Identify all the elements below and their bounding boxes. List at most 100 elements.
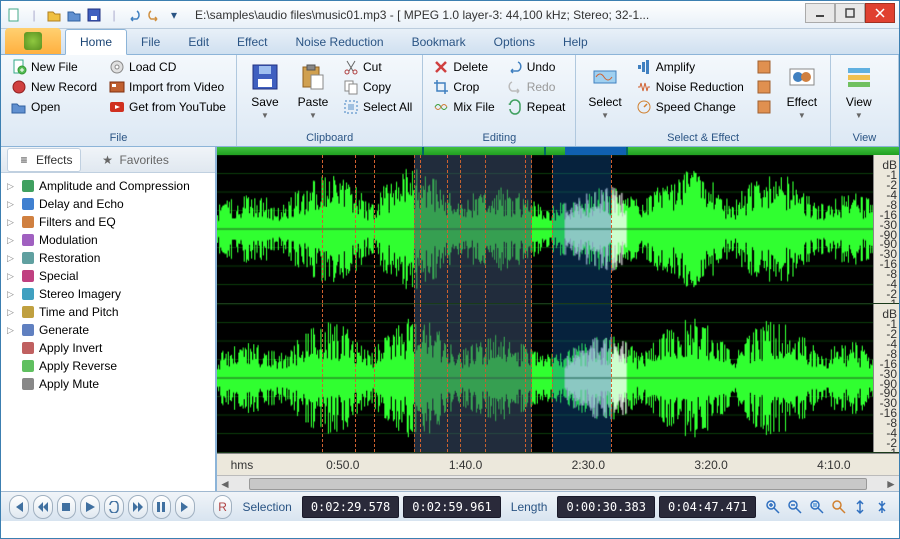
waveform-channel-right[interactable]: dB-1-2-4-8-16-30-90-90-30-16-8-4-2-1 — [217, 304, 899, 453]
time-ruler[interactable]: hms0:50.01:40.02:30.03:20.04:10.0 — [217, 453, 899, 475]
tab-bookmark[interactable]: Bookmark — [398, 30, 480, 54]
close-button[interactable] — [865, 3, 895, 23]
qat-undo-icon[interactable] — [125, 6, 143, 24]
horizontal-scrollbar[interactable]: ◄ ► — [217, 475, 899, 491]
new-record-button[interactable]: New Record — [7, 77, 101, 97]
tree-item-generate[interactable]: ▷Generate — [3, 321, 213, 339]
paste-button[interactable]: Paste▼ — [291, 57, 335, 124]
forward-button[interactable] — [128, 495, 148, 519]
skip-start-button[interactable] — [9, 495, 29, 519]
crop-button[interactable]: Crop — [429, 77, 498, 97]
tree-item-apply-invert[interactable]: Apply Invert — [3, 339, 213, 357]
zoom-out-button[interactable] — [786, 496, 804, 518]
scrollbar-thumb[interactable] — [249, 478, 867, 490]
rewind-button[interactable] — [33, 495, 53, 519]
play-button[interactable] — [80, 495, 100, 519]
tree-item-stereo-imagery[interactable]: ▷Stereo Imagery — [3, 285, 213, 303]
cut-button[interactable]: Cut — [339, 57, 416, 77]
selection-start-value[interactable]: 0:02:29.578 — [302, 496, 399, 518]
tree-item-restoration[interactable]: ▷Restoration — [3, 249, 213, 267]
waveform-channel-left[interactable]: dB-1-2-4-8-16-30-90-90-30-16-8-4-2-1 — [217, 155, 899, 304]
load-cd-button[interactable]: Load CD — [105, 57, 230, 77]
waveform-view[interactable]: dB-1-2-4-8-16-30-90-90-30-16-8-4-2-1 dB-… — [217, 147, 899, 491]
nr-extra-icon[interactable] — [752, 77, 776, 97]
speed-button[interactable]: Speed Change — [632, 97, 748, 117]
expand-icon[interactable]: ▷ — [7, 253, 17, 264]
zoom-in-button[interactable] — [764, 496, 782, 518]
timeline-overview[interactable] — [217, 147, 899, 155]
qat-dropdown-icon[interactable]: ▾ — [165, 6, 183, 24]
tree-item-apply-reverse[interactable]: Apply Reverse — [3, 357, 213, 375]
mix-button[interactable]: Mix File — [429, 97, 498, 117]
minimize-button[interactable] — [805, 3, 835, 23]
tab-file[interactable]: File — [127, 30, 174, 54]
selection-end-value[interactable]: 0:02:59.961 — [403, 496, 500, 518]
view-icon — [843, 61, 875, 93]
repeat-button[interactable]: Repeat — [503, 97, 570, 117]
zoom-fit-button[interactable] — [830, 496, 848, 518]
zoom-v-out-button[interactable] — [873, 496, 891, 518]
maximize-button[interactable] — [835, 3, 865, 23]
qat-save-icon[interactable] — [85, 6, 103, 24]
tree-item-modulation[interactable]: ▷Modulation — [3, 231, 213, 249]
scroll-right-icon[interactable]: ► — [883, 477, 899, 491]
tree-item-time-and-pitch[interactable]: ▷Time and Pitch — [3, 303, 213, 321]
tab-noise-reduction[interactable]: Noise Reduction — [282, 30, 398, 54]
open-button[interactable]: Open — [7, 97, 101, 117]
view-button[interactable]: View▼ — [837, 57, 881, 124]
tab-edit[interactable]: Edit — [174, 30, 223, 54]
tree-item-amplitude-and-compression[interactable]: ▷Amplitude and Compression — [3, 177, 213, 195]
sidebar-tab-favorites[interactable]: ★Favorites — [91, 149, 176, 171]
expand-icon[interactable]: ▷ — [7, 325, 17, 336]
loop-button[interactable] — [104, 495, 124, 519]
qat-new-icon[interactable] — [5, 6, 23, 24]
zoom-selection-button[interactable] — [808, 496, 826, 518]
amplify-extra-icon[interactable] — [752, 57, 776, 77]
zoom-v-in-button[interactable] — [851, 496, 869, 518]
pause-button[interactable] — [152, 495, 172, 519]
undo-label: Undo — [527, 60, 556, 74]
record-button[interactable]: R — [213, 495, 233, 519]
tab-effect[interactable]: Effect — [223, 30, 281, 54]
select-all-button[interactable]: Select All — [339, 97, 416, 117]
tree-item-filters-and-eq[interactable]: ▷Filters and EQ — [3, 213, 213, 231]
effects-tree[interactable]: ▷Amplitude and Compression▷Delay and Ech… — [1, 173, 215, 491]
qat-redo-icon[interactable] — [145, 6, 163, 24]
tab-options[interactable]: Options — [480, 30, 549, 54]
expand-icon[interactable]: ▷ — [7, 271, 17, 282]
effect-button[interactable]: Effect▼ — [780, 57, 824, 124]
qat-open-icon[interactable] — [45, 6, 63, 24]
noise-reduction-button[interactable]: Noise Reduction — [632, 77, 748, 97]
scroll-left-icon[interactable]: ◄ — [217, 477, 233, 491]
expand-icon[interactable]: ▷ — [7, 289, 17, 300]
select-button[interactable]: Select▼ — [582, 57, 627, 124]
delete-button[interactable]: Delete — [429, 57, 498, 77]
total-length-value[interactable]: 0:04:47.471 — [659, 496, 756, 518]
expand-icon[interactable]: ▷ — [7, 217, 17, 228]
save-button[interactable]: Save▼ — [243, 57, 287, 124]
tab-help[interactable]: Help — [549, 30, 602, 54]
expand-icon[interactable]: ▷ — [7, 199, 17, 210]
tree-item-delay-and-echo[interactable]: ▷Delay and Echo — [3, 195, 213, 213]
tab-home[interactable]: Home — [65, 29, 127, 55]
qat-open2-icon[interactable] — [65, 6, 83, 24]
app-menu-button[interactable] — [5, 28, 61, 54]
tree-item-special[interactable]: ▷Special — [3, 267, 213, 285]
expand-icon[interactable]: ▷ — [7, 307, 17, 318]
skip-end-button[interactable] — [175, 495, 195, 519]
undo-button[interactable]: Undo — [503, 57, 570, 77]
youtube-button[interactable]: Get from YouTube — [105, 97, 230, 117]
expand-icon[interactable]: ▷ — [7, 181, 17, 192]
copy-icon — [343, 79, 359, 95]
length-value[interactable]: 0:00:30.383 — [557, 496, 654, 518]
expand-icon[interactable]: ▷ — [7, 235, 17, 246]
tree-item-apply-mute[interactable]: Apply Mute — [3, 375, 213, 393]
stop-button[interactable] — [57, 495, 77, 519]
amplify-button[interactable]: Amplify — [632, 57, 748, 77]
import-video-button[interactable]: Import from Video — [105, 77, 230, 97]
speed-extra-icon[interactable] — [752, 97, 776, 117]
sidebar-tab-effects[interactable]: ≡Effects — [7, 148, 81, 172]
redo-button[interactable]: Redo — [503, 77, 570, 97]
new-file-button[interactable]: New File — [7, 57, 101, 77]
copy-button[interactable]: Copy — [339, 77, 416, 97]
